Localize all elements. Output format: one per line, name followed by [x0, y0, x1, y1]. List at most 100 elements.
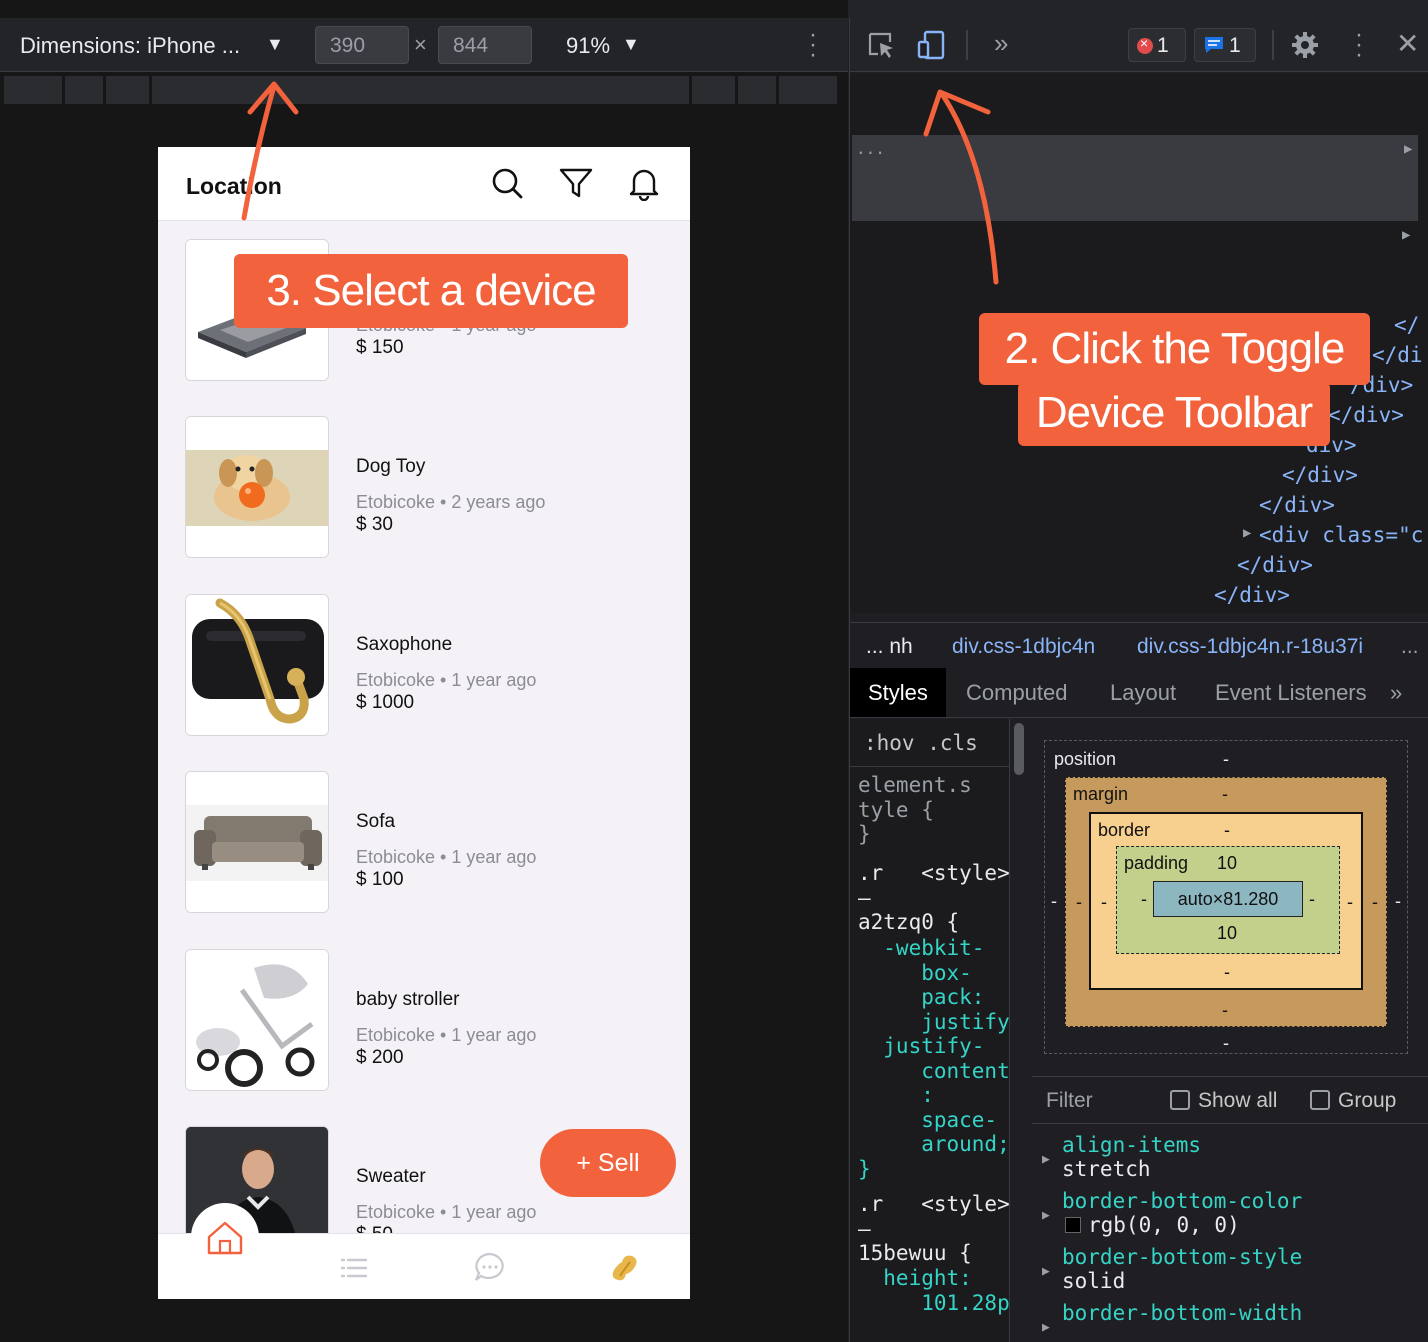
expand-triangle-icon[interactable]: ▶: [1402, 227, 1410, 243]
tab-styles[interactable]: Styles: [850, 668, 946, 717]
styles-pane: :hov .cls element.s tyle { } .r <style> …: [850, 719, 1010, 1342]
kebab-icon[interactable]: · · ·: [1350, 23, 1368, 67]
box-border[interactable]: border - - - - padding 10 - - 10 auto×81…: [1089, 812, 1363, 990]
breadcrumb-item[interactable]: ...: [1401, 635, 1419, 659]
color-swatch[interactable]: [1065, 1217, 1081, 1233]
box-padding-label: padding: [1124, 853, 1189, 873]
inspect-element-icon[interactable]: [866, 30, 896, 60]
zoom-dropdown[interactable]: 91%: [566, 33, 610, 59]
computed-property-value: solid: [1062, 1269, 1126, 1293]
dimension-separator: ×: [414, 32, 427, 57]
home-icon[interactable]: [191, 1203, 259, 1271]
filter-icon[interactable]: [558, 165, 594, 201]
page-title: Location: [186, 173, 282, 199]
box-border-value: -: [1224, 962, 1230, 982]
item-meta: Etobicoke • 2 years ago: [356, 492, 546, 512]
item-meta: Etobicoke • 1 year ago: [356, 847, 537, 867]
css-rule[interactable]: .r <style> – 15bewuu {: [858, 1192, 1009, 1266]
message-counter[interactable]: 1: [1194, 28, 1256, 62]
computed-property-name[interactable]: align-items: [1062, 1133, 1201, 1157]
box-position-label: position: [1054, 749, 1117, 769]
selected-node-row[interactable]: ... ▶: [852, 135, 1418, 221]
item-image-saxophone: [185, 594, 329, 736]
expand-triangle-icon[interactable]: ▶: [1404, 141, 1412, 157]
css-declaration[interactable]: -webkit- box- pack: justify justify- con…: [858, 936, 1009, 1181]
error-counter[interactable]: 1: [1128, 28, 1186, 62]
box-content[interactable]: auto×81.280: [1153, 881, 1303, 917]
box-margin[interactable]: margin - - - - border - - - - padding 10…: [1065, 777, 1387, 1027]
tab-computed[interactable]: Computed: [948, 668, 1086, 717]
expand-triangle-icon[interactable]: ▶: [1243, 525, 1251, 541]
computed-property-name[interactable]: border-bottom-width: [1062, 1301, 1302, 1325]
device-toggle-icon[interactable]: [916, 30, 946, 60]
list-item[interactable]: Saxophone Etobicoke • 1 year ago $ 1000: [158, 594, 690, 744]
box-padding-value: 10: [1217, 923, 1238, 943]
code-line[interactable]: </div>: [1328, 403, 1404, 427]
tab-layout[interactable]: Layout: [1092, 668, 1194, 717]
sell-button[interactable]: + Sell: [540, 1129, 676, 1197]
devtools-panel: » 1 1 ··· ✕ ... ▶ ▶: [849, 18, 1428, 1342]
code-line[interactable]: </div>: [1282, 463, 1358, 487]
media-query-ruler[interactable]: [4, 76, 844, 104]
expand-triangle-icon[interactable]: ▶: [1042, 1208, 1050, 1223]
devtools-toolbar: » 1 1 ··· ✕: [850, 18, 1428, 72]
tab-event-listeners[interactable]: Event Listeners: [1197, 668, 1385, 717]
node-ellipsis[interactable]: ...: [856, 139, 885, 158]
settings-icon[interactable]: [1290, 30, 1320, 60]
css-rule[interactable]: .r <style> – a2tzq0 {: [858, 861, 1009, 935]
chat-icon[interactable]: [470, 1248, 510, 1288]
box-border-value: -: [1224, 820, 1230, 840]
bell-icon[interactable]: [626, 165, 662, 201]
chevron-down-icon[interactable]: ▼: [622, 34, 640, 55]
box-padding-value: -: [1309, 889, 1315, 909]
list-item[interactable]: Dog Toy Etobicoke • 2 years ago $ 30: [158, 416, 690, 566]
item-image-dog-toy: [185, 416, 329, 558]
code-line[interactable]: </: [1394, 313, 1419, 337]
computed-property-name[interactable]: border-bottom-color: [1062, 1189, 1302, 1213]
expand-triangle-icon[interactable]: ▶: [1042, 1264, 1050, 1279]
vertical-scrollbar[interactable]: [1014, 723, 1024, 775]
kebab-icon[interactable]: · · ·: [804, 23, 822, 67]
error-icon: [1137, 35, 1153, 54]
search-icon[interactable]: [489, 165, 525, 201]
box-padding[interactable]: padding 10 - - 10 auto×81.280: [1116, 846, 1340, 954]
home-tab[interactable]: [191, 1203, 259, 1271]
show-all-checkbox[interactable]: Show all: [1170, 1089, 1277, 1113]
breadcrumb-item[interactable]: div.css-1dbjc4n.r-18u37i: [1137, 635, 1363, 659]
css-rule[interactable]: element.s tyle { }: [858, 773, 972, 847]
close-icon[interactable]: ✕: [1396, 27, 1419, 60]
checkbox-icon[interactable]: [1310, 1090, 1330, 1110]
code-line[interactable]: </div>: [1237, 553, 1313, 577]
message-icon: [1205, 37, 1223, 53]
list-item[interactable]: baby stroller Etobicoke • 1 year ago $ 2…: [158, 949, 690, 1099]
style-state-toggles[interactable]: :hov .cls: [850, 719, 1009, 767]
item-meta: Etobicoke • 1 year ago: [356, 1025, 537, 1045]
annotation-step-2: 2. Click the Toggle: [979, 313, 1370, 385]
chevron-down-icon[interactable]: ▼: [266, 34, 284, 55]
filter-input[interactable]: Filter: [1046, 1089, 1093, 1113]
box-border-label: border: [1098, 820, 1151, 840]
group-checkbox[interactable]: Group: [1310, 1089, 1396, 1113]
code-line[interactable]: <div class="c: [1259, 523, 1423, 547]
list-icon[interactable]: [336, 1250, 372, 1286]
breadcrumb-item[interactable]: ... nh: [866, 635, 913, 659]
expand-triangle-icon[interactable]: ▶: [1042, 1152, 1050, 1167]
width-input[interactable]: 390: [315, 26, 409, 64]
item-title: baby stroller: [356, 989, 460, 1010]
dimensions-dropdown[interactable]: Dimensions: iPhone ...: [20, 33, 240, 59]
more-tabs-icon[interactable]: »: [1386, 668, 1406, 717]
code-line[interactable]: </div>: [1259, 493, 1335, 517]
checkbox-icon[interactable]: [1170, 1090, 1190, 1110]
profile-icon[interactable]: [604, 1248, 644, 1288]
box-model-diagram: position - - - - margin - - - - border -…: [1044, 740, 1408, 1054]
code-line[interactable]: </di: [1372, 343, 1423, 367]
expand-triangle-icon[interactable]: ▶: [1042, 1320, 1050, 1335]
box-position-value: -: [1223, 1033, 1229, 1053]
breadcrumb-item[interactable]: div.css-1dbjc4n: [952, 635, 1095, 659]
more-panels-icon[interactable]: »: [994, 28, 1008, 59]
height-input[interactable]: 844: [438, 26, 532, 64]
css-declaration[interactable]: height: 101.28p: [858, 1266, 1009, 1315]
code-line[interactable]: </div>: [1214, 583, 1290, 607]
list-item[interactable]: Sofa Etobicoke • 1 year ago $ 100: [158, 771, 690, 921]
computed-property-name[interactable]: border-bottom-style: [1062, 1245, 1302, 1269]
